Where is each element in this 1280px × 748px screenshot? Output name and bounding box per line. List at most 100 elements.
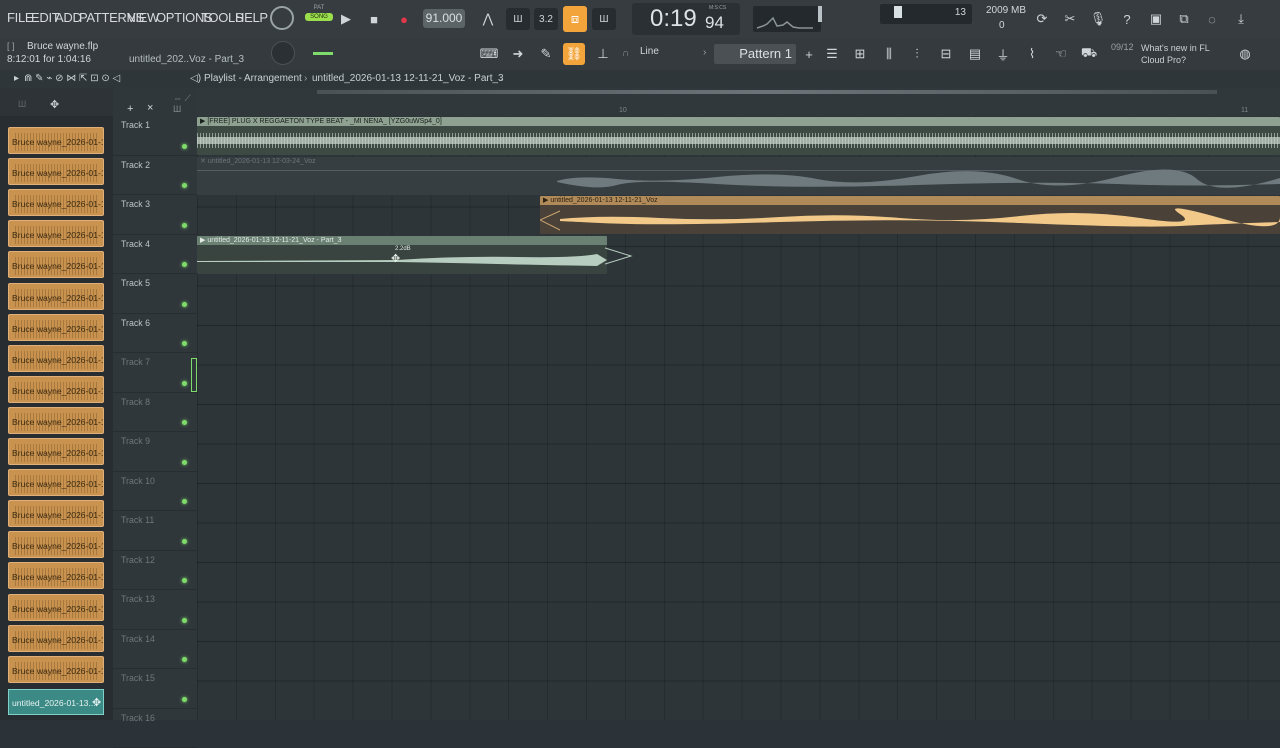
track-mute-led[interactable] (182, 144, 187, 149)
track-mute-led[interactable] (182, 223, 187, 228)
audio-clip-voz[interactable]: ▶ untitled_2026-01-13 12-11-21_Voz (540, 196, 1280, 234)
picker-scroll-icon[interactable]: Ш (18, 99, 26, 109)
picker-item[interactable]: Bruce wayne_2026-01-1... (8, 251, 104, 278)
track-mute-led[interactable] (182, 381, 187, 386)
menu-add[interactable]: ADD (55, 10, 82, 25)
globe-button[interactable]: ◍ (1234, 43, 1256, 65)
tempo-tap-button[interactable]: ⌇ (1021, 43, 1043, 65)
picker-item-selected[interactable]: untitled_2026-01-13... (8, 689, 104, 715)
menu-help[interactable]: HELP (235, 10, 268, 25)
add-pattern-button[interactable]: + (798, 43, 820, 65)
play-button[interactable]: ▶ (335, 8, 357, 30)
mixer-button[interactable]: ⫼ (878, 43, 900, 65)
picker-item[interactable]: Bruce wayne_2026-01-1... (8, 189, 104, 216)
cut-button[interactable]: ✂ (1059, 8, 1081, 30)
track-mute-led[interactable] (182, 262, 187, 267)
playlist-grid[interactable]: 10 11 ▶ [FREE] PLUG X REGGAETON TYPE BEA… (197, 88, 1280, 720)
picker-item[interactable]: Bruce wayne_2026-01-1... (8, 438, 104, 465)
audio-clip-voz-part3[interactable]: ▶ untitled_2026-01-13 12-11-21_Voz - Par… (197, 236, 607, 274)
level-slider[interactable] (313, 52, 333, 55)
pattern-prev-icon[interactable]: › (703, 47, 706, 58)
track-mute-led[interactable] (182, 420, 187, 425)
track-mute-led[interactable] (182, 578, 187, 583)
link-button[interactable]: ⛓ (563, 43, 585, 65)
track-mute-led[interactable] (182, 657, 187, 662)
eq-button[interactable]: ⫶ (906, 43, 928, 65)
picker-item[interactable]: Bruce wayne_2026-01-1... (8, 500, 104, 527)
track-header[interactable]: Track 5 (113, 274, 197, 314)
loop-record-button[interactable]: Ш (592, 8, 616, 30)
close-icon[interactable]: × (147, 102, 153, 114)
metronome-button[interactable]: ⋀ (477, 8, 499, 30)
track-mute-led[interactable] (182, 302, 187, 307)
track-header[interactable]: Track 12 (113, 551, 197, 591)
track-header[interactable]: Track 15 (113, 669, 197, 709)
file-button[interactable]: ▤ (964, 43, 986, 65)
cart-button[interactable]: ⛟ (1078, 43, 1100, 65)
pat-song-switch[interactable]: PAT SONG (305, 5, 333, 33)
clip-fade-handle[interactable] (605, 246, 633, 266)
plugin-picker-button[interactable]: ⏚ (992, 43, 1014, 65)
zoom-icons[interactable]: ⇔ ⟋ Ш (173, 93, 197, 114)
picker-move-icon[interactable]: ✥ (50, 98, 59, 111)
picker-item[interactable]: Bruce wayne_2026-01-1... (8, 656, 104, 683)
track-mute-led[interactable] (182, 618, 187, 623)
audio-clip-voz-muted[interactable]: ✕ untitled_2026-01-13 12-03-24_Voz (197, 157, 1280, 195)
browser-button[interactable]: ⊟ (935, 43, 957, 65)
track-header[interactable]: Track 13 (113, 590, 197, 630)
track-mute-led[interactable] (182, 539, 187, 544)
blend-notes-button[interactable]: ⧈ (563, 6, 587, 32)
picker-item[interactable]: Bruce wayne_2026-01-1... (8, 469, 104, 496)
wait-input-button[interactable]: Ш (506, 8, 530, 30)
track-header[interactable]: Track 7 (113, 353, 197, 393)
picker-item[interactable]: Bruce wayne_2026-01-1... (8, 594, 104, 621)
track-mute-led[interactable] (182, 460, 187, 465)
microphone-button[interactable]: 🎙 (1087, 8, 1109, 30)
playlist-tools-icons[interactable]: ⋒ ✎ ⌁ ⊘ ⋈ ⇱ ⊡ ⊙ ◁ (24, 73, 120, 84)
undo-history-button[interactable]: ⟳ (1031, 8, 1053, 30)
picker-item[interactable]: Bruce wayne_2026-01-1... (8, 345, 104, 372)
track-header[interactable]: Track 14 (113, 630, 197, 670)
picker-item[interactable]: Bruce wayne_2026-01-1... (8, 220, 104, 247)
news-link[interactable]: What's new in FL Cloud Pro? (1141, 42, 1225, 66)
track-mute-led[interactable] (182, 697, 187, 702)
tempo-display[interactable]: 91.000 (423, 9, 465, 28)
track-header[interactable]: Track 8 (113, 393, 197, 433)
track-header[interactable]: Track 16 (113, 709, 197, 748)
track-mute-led[interactable] (182, 341, 187, 346)
arrangement-name[interactable]: untitled_2026-01-13 12-11-21_Voz - Part_… (312, 73, 504, 84)
picker-item[interactable]: Bruce wayne_2026-01-1... (8, 376, 104, 403)
picker-item[interactable]: Bruce wayne_2026-01-1... (8, 562, 104, 589)
picker-item[interactable]: Bruce wayne_2026-01-1... (8, 625, 104, 652)
menu-file[interactable]: FILE (7, 10, 33, 25)
track-header[interactable]: Track 9 (113, 432, 197, 472)
track-header[interactable]: Track 4 (113, 235, 197, 275)
picker-item[interactable]: Bruce wayne_2026-01-1... (8, 407, 104, 434)
menu-view[interactable]: VIEW (127, 10, 159, 25)
stop-button[interactable]: ■ (363, 8, 385, 30)
track-header[interactable]: Track 6 (113, 314, 197, 354)
audio-clip-beat[interactable]: ▶ [FREE] PLUG X REGGAETON TYPE BEAT - _M… (197, 117, 1280, 155)
track-mute-led[interactable] (182, 499, 187, 504)
countdown-button[interactable]: 3.2 (534, 8, 558, 30)
track-header[interactable]: Track 3 (113, 195, 197, 235)
snap-selector[interactable]: Line (636, 46, 690, 62)
track-header[interactable]: Track 11 (113, 511, 197, 551)
picker-item[interactable]: Bruce wayne_2026-01-1... (8, 283, 104, 310)
picker-item[interactable]: Bruce wayne_2026-01-1... (8, 314, 104, 341)
add-track-icon[interactable]: + (127, 103, 133, 115)
playlist-arrow-icon[interactable]: ▸ (14, 73, 19, 84)
track-mute-led[interactable] (182, 183, 187, 188)
master-pitch-slider[interactable] (818, 6, 822, 22)
picker-item[interactable]: Bruce wayne_2026-01-1... (8, 127, 104, 154)
track-header[interactable]: Track 10 (113, 472, 197, 512)
record-button[interactable]: ● (393, 8, 415, 30)
pitch-knob[interactable] (271, 41, 295, 65)
picker-item[interactable]: Bruce wayne_2026-01-1... (8, 158, 104, 185)
touch-button[interactable]: ☜ (1050, 43, 1072, 65)
arrow-tool-button[interactable]: ➜ (507, 43, 529, 65)
timeline-ruler[interactable]: 10 11 (197, 88, 1280, 116)
picker-item[interactable]: Bruce wayne_2026-01-1... (8, 531, 104, 558)
help-button[interactable]: ? (1116, 8, 1138, 30)
save-button[interactable]: ▣ (1145, 8, 1167, 30)
